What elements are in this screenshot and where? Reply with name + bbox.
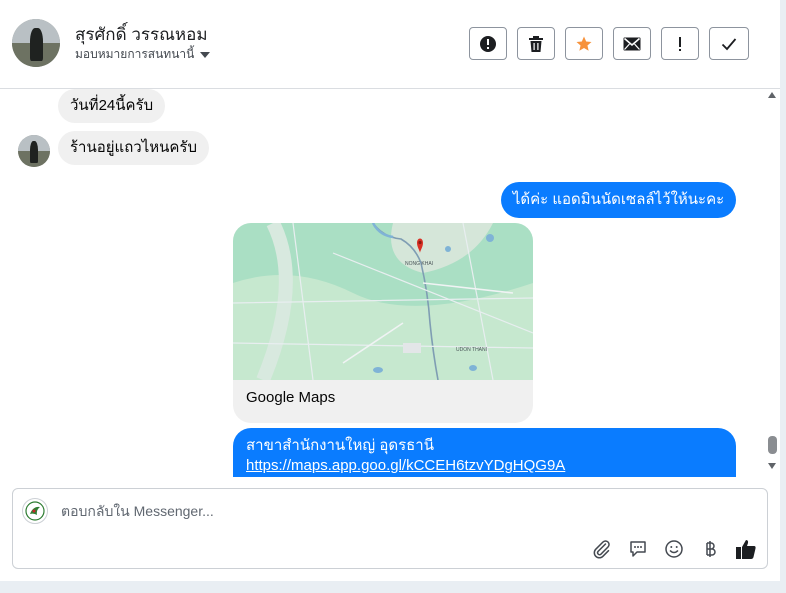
window-edge-bottom — [0, 581, 786, 593]
like-icon — [736, 540, 756, 559]
envelope-icon — [623, 37, 641, 50]
incoming-message: วันที่24นี้ครับ — [58, 89, 166, 123]
reply-input[interactable] — [61, 503, 661, 519]
link-preview-card[interactable]: NONG KHAI UDON THANI Google Maps — [233, 223, 533, 423]
outgoing-message: ได้ค่ะ แอดมินนัดเซลล์ไว้ให้นะคะ — [501, 182, 736, 218]
spam-button[interactable] — [469, 27, 507, 60]
emoji-icon — [665, 540, 683, 558]
incoming-message: ร้านอยู่แถวไหนครับ — [58, 131, 210, 165]
message-link[interactable]: https://maps.app.goo.gl/kCCEH6tzvYDgHQG9… — [246, 456, 723, 476]
contact-avatar[interactable] — [12, 19, 60, 67]
delete-button[interactable] — [517, 27, 555, 60]
map-label-city-top: NONG KHAI — [405, 261, 433, 267]
scroll-down-arrow[interactable] — [768, 463, 776, 469]
scrollbar-thumb[interactable] — [768, 436, 777, 454]
message-text: สาขาสำนักงานใหญ่ อุดรธานี — [246, 437, 434, 454]
map-label-city-bottom: UDON THANI — [456, 347, 487, 353]
window-edge — [780, 0, 786, 593]
saved-replies-button[interactable] — [627, 538, 649, 560]
paperclip-icon — [593, 540, 610, 559]
payment-button[interactable] — [699, 538, 721, 560]
baht-payment-icon — [706, 541, 716, 557]
outgoing-message: สาขาสำนักงานใหญ่ อุดรธานี https://maps.a… — [233, 428, 736, 477]
attach-button[interactable] — [591, 538, 613, 560]
mark-done-button[interactable] — [709, 27, 749, 60]
emoji-button[interactable] — [663, 538, 685, 560]
conversation-header: สุรศักดิ์ วรรณหอม มอบหมายการสนทนานี้ — [0, 0, 780, 89]
mark-unread-button[interactable] — [613, 27, 651, 60]
star-button[interactable] — [565, 27, 603, 60]
saved-replies-icon — [630, 541, 646, 557]
contact-avatar-small — [18, 135, 50, 167]
message-thread[interactable]: วันที่24นี้ครับ ร้านอยู่แถวไหนครับ ได้ค่… — [0, 89, 766, 477]
exclamation-icon — [679, 36, 681, 51]
reply-composer — [12, 488, 768, 569]
star-icon — [576, 36, 592, 51]
like-button[interactable] — [735, 538, 757, 560]
follow-up-button[interactable] — [661, 27, 699, 60]
map-thumbnail[interactable]: NONG KHAI UDON THANI — [233, 223, 533, 380]
alert-circle-icon — [480, 35, 496, 52]
scroll-up-arrow[interactable] — [768, 92, 776, 98]
contact-name[interactable]: สุรศักดิ์ วรรณหอม — [75, 21, 208, 48]
caret-down-icon — [200, 51, 211, 58]
assign-conversation-dropdown[interactable]: มอบหมายการสนทนานี้ — [75, 45, 211, 64]
assign-label: มอบหมายการสนทนานี้ — [75, 47, 195, 61]
trash-icon — [529, 35, 543, 52]
checkmark-icon — [721, 37, 737, 50]
page-avatar — [22, 498, 48, 524]
page-logo-icon — [25, 501, 45, 521]
link-preview-title[interactable]: Google Maps — [246, 389, 335, 406]
